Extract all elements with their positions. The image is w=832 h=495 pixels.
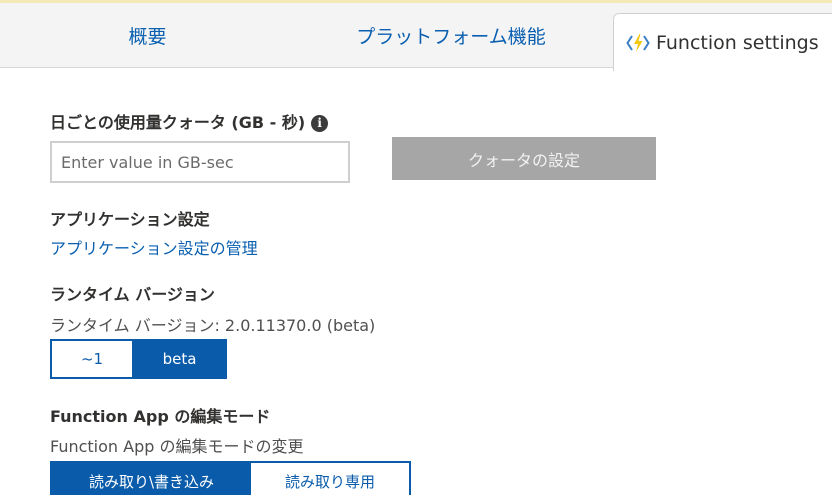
set-quota-button[interactable]: クォータの設定 [392, 137, 656, 180]
runtime-option-v1[interactable]: ~1 [52, 341, 134, 377]
quota-heading: 日ごとの使用量クォータ (GB - 秒) i [50, 109, 329, 133]
tab-overview-label: 概要 [128, 26, 167, 48]
tab-function-settings-label: Function settings [656, 31, 819, 54]
runtime-option-beta[interactable]: beta [134, 341, 225, 377]
tab-function-settings[interactable]: Function settings [613, 13, 832, 71]
function-settings-page: 概要 プラットフォーム機能 Function settings 日ごとの使用量ク… [0, 0, 832, 495]
edit-mode-heading: Function App の編集モード [50, 407, 271, 426]
manage-app-settings-link[interactable]: アプリケーション設定の管理 [50, 235, 258, 259]
edit-mode-description: Function App の編集モードの変更 [50, 437, 304, 456]
edit-mode-option-read-only[interactable]: 読み取り専用 [251, 463, 409, 495]
info-icon[interactable]: i [311, 115, 329, 132]
set-quota-button-label: クォータの設定 [467, 150, 580, 170]
tab-overview[interactable]: 概要 [0, 3, 295, 68]
runtime-version-current: ランタイム バージョン: 2.0.11370.0 (beta) [50, 316, 376, 335]
tab-bar: 概要 プラットフォーム機能 Function settings [0, 0, 832, 71]
quota-label: 日ごとの使用量クォータ (GB - 秒) [50, 113, 306, 132]
app-settings-heading: アプリケーション設定 [50, 210, 210, 229]
edit-mode-option-read-write[interactable]: 読み取り\書き込み [52, 463, 251, 495]
runtime-version-toggle: ~1 beta [50, 339, 227, 379]
runtime-version-heading: ランタイム バージョン [50, 285, 215, 304]
quota-input[interactable] [50, 141, 350, 183]
tab-platform-features-label: プラットフォーム機能 [356, 26, 546, 48]
tab-platform-features[interactable]: プラットフォーム機能 [295, 3, 607, 68]
edit-mode-toggle: 読み取り\書き込み 読み取り専用 [50, 461, 411, 495]
function-bolt-icon [626, 34, 650, 52]
